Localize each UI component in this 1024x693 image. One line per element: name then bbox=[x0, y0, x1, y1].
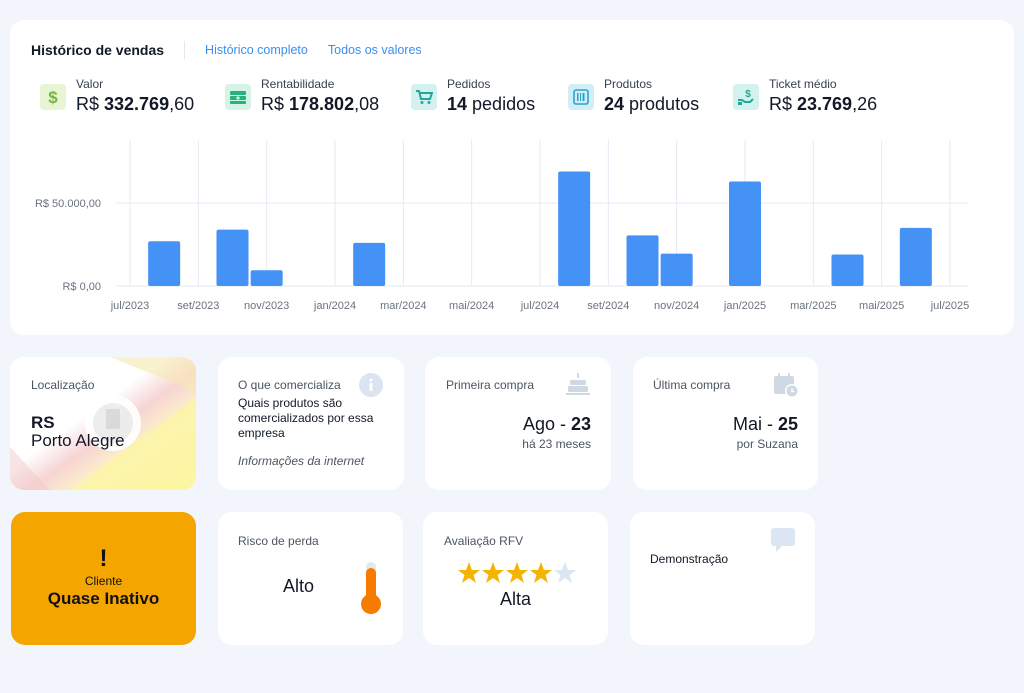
rfv-value: Alta bbox=[499, 589, 532, 609]
y-tick-label: R$ 50.000,00 bbox=[35, 198, 101, 210]
chart-bar bbox=[558, 171, 591, 286]
star-filled-icon bbox=[506, 562, 528, 583]
chart-bar bbox=[148, 241, 181, 286]
source-text: Informações da internet bbox=[238, 454, 365, 468]
what-sells-card: O que comercializa Quais produtos são co… bbox=[218, 357, 404, 490]
x-tick-label: mar/2024 bbox=[380, 300, 426, 312]
status-label: Cliente bbox=[84, 574, 123, 588]
first-purchase-date: Ago - 23 bbox=[522, 414, 591, 434]
what-sells-text: Quais produtos são comercializados por e… bbox=[238, 396, 374, 440]
demo-label: Demonstração bbox=[650, 552, 729, 566]
first-purchase-ago: há 23 meses bbox=[522, 437, 591, 451]
chart-bar bbox=[831, 254, 864, 286]
sales-bar-chart: jul/2023 set/2023 nov/2023 jan/2024 mar/2024… bbox=[35, 140, 970, 312]
loss-risk-value: Alto bbox=[283, 576, 315, 596]
chart-bar bbox=[626, 235, 659, 286]
x-tick-label: mar/2025 bbox=[790, 300, 836, 312]
chart-bar bbox=[250, 270, 283, 286]
x-tick-label: set/2023 bbox=[177, 300, 219, 312]
warning-mark-icon: ! bbox=[99, 545, 108, 572]
last-purchase-label: Última compra bbox=[653, 378, 731, 392]
rfv-label: Avaliação RFV bbox=[444, 534, 524, 548]
x-tick-label: jul/2023 bbox=[110, 300, 150, 312]
x-tick-label: jul/2024 bbox=[520, 300, 560, 312]
state-code: RS bbox=[31, 413, 55, 432]
first-purchase-card: Primeira compra Ago - 23 há 23 meses bbox=[425, 357, 611, 490]
x-tick-label: set/2024 bbox=[587, 300, 629, 312]
location-label: Localização bbox=[31, 378, 95, 392]
status-value: Quase Inativo bbox=[47, 589, 160, 608]
city-name: Porto Alegre bbox=[31, 431, 125, 450]
star-filled-icon bbox=[530, 562, 552, 583]
rfv-stars bbox=[457, 561, 577, 585]
loss-risk-label: Risco de perda bbox=[238, 534, 319, 548]
first-purchase-label: Primeira compra bbox=[446, 378, 535, 392]
chart-bar bbox=[899, 227, 932, 286]
cake-icon bbox=[565, 371, 591, 402]
chart-bar bbox=[729, 181, 761, 286]
x-tick-label: mai/2025 bbox=[859, 300, 904, 312]
last-purchase-date: Mai - 25 bbox=[732, 414, 798, 434]
x-tick-label: nov/2023 bbox=[244, 300, 289, 312]
rfv-card: Avaliação RFV Alta bbox=[423, 512, 608, 645]
chart-bar bbox=[660, 253, 693, 286]
thermometer-icon bbox=[359, 560, 383, 621]
calendar-clock-icon bbox=[772, 371, 800, 404]
loss-risk-card: Risco de perda Alto bbox=[218, 512, 403, 645]
x-tick-label: nov/2024 bbox=[654, 300, 699, 312]
y-tick-label: R$ 0,00 bbox=[62, 281, 101, 293]
location-card: Localização RS Porto Alegre bbox=[10, 357, 196, 490]
client-status-card: ! Cliente Quase Inativo bbox=[11, 512, 196, 645]
demo-card[interactable]: Demonstração bbox=[630, 512, 815, 645]
star-filled-icon bbox=[458, 562, 480, 583]
chat-bubble-icon bbox=[770, 527, 796, 558]
x-tick-label: jan/2024 bbox=[313, 300, 356, 312]
what-sells-label: O que comercializa bbox=[238, 378, 341, 392]
chart-bar bbox=[353, 242, 386, 286]
star-filled-icon bbox=[482, 562, 504, 583]
chart-bar bbox=[216, 229, 249, 286]
last-purchase-card: Última compra Mai - 25 por Suzana bbox=[633, 357, 818, 490]
x-tick-label: jan/2025 bbox=[723, 300, 766, 312]
x-tick-label: mai/2024 bbox=[449, 300, 494, 312]
last-purchase-by: por Suzana bbox=[736, 437, 798, 451]
info-icon[interactable] bbox=[359, 373, 383, 397]
star-empty-icon bbox=[554, 562, 576, 583]
sales-history-panel: Histórico de vendas Histórico completo T… bbox=[10, 20, 1014, 335]
x-tick-label: jul/2025 bbox=[930, 300, 970, 312]
